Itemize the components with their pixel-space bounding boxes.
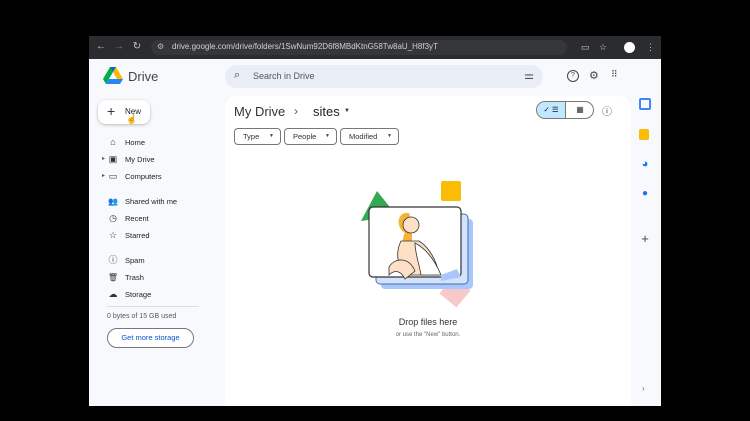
expand-caret-icon[interactable]: ▸: [102, 172, 105, 179]
empty-folder-illustration: [361, 181, 473, 308]
sidebar-item-shared[interactable]: 👥 Shared with me: [107, 195, 227, 209]
chevron-down-icon: ▼: [325, 133, 330, 139]
chevron-down-icon: ▼: [269, 133, 274, 139]
sidebar-item-starred[interactable]: ☆ Starred: [107, 229, 227, 243]
back-icon[interactable]: ←: [95, 41, 107, 53]
chevron-down-icon: ▼: [387, 133, 392, 139]
brand-name: Drive: [128, 69, 159, 84]
keep-icon[interactable]: [639, 129, 649, 140]
storage-divider: [107, 306, 199, 307]
contacts-icon[interactable]: ●: [639, 188, 651, 200]
sidebar-item-home[interactable]: ⌂ Home: [107, 136, 227, 150]
sidebar-item-trash[interactable]: 🗑 Trash: [107, 271, 227, 285]
sidebar-item-label: Shared with me: [125, 197, 178, 206]
filter-modified[interactable]: Modified ▼: [340, 128, 399, 145]
apps-grid-icon[interactable]: ⠿: [611, 69, 618, 80]
help-icon[interactable]: ?: [567, 70, 579, 82]
sidebar-item-storage[interactable]: ☁ Storage: [107, 288, 227, 302]
forward-icon[interactable]: →: [113, 41, 125, 53]
empty-state-title: Drop files here: [398, 317, 458, 327]
info-icon[interactable]: ⓘ: [602, 103, 612, 118]
plus-icon: +: [107, 103, 116, 119]
sidebar-item-label: Home: [125, 138, 146, 147]
filter-people-label: People: [293, 132, 317, 141]
browser-toolbar: ← → ↻ ⚙ drive.google.com/drive/folders/1…: [89, 36, 661, 59]
address-bar[interactable]: ⚙ drive.google.com/drive/folders/1SwNum9…: [151, 40, 567, 55]
grid-view-button[interactable]: ▦: [565, 102, 593, 118]
storage-usage-text: 0 bytes of 15 GB used: [107, 313, 177, 320]
tasks-icon[interactable]: ◕: [639, 158, 651, 170]
view-toggle: ✓ ☰ ▦: [536, 101, 594, 119]
breadcrumb-my-drive[interactable]: My Drive: [234, 104, 285, 119]
sidebar-item-label: Storage: [125, 290, 152, 299]
my-drive-icon: ▣: [108, 154, 118, 164]
sidebar-item-spam[interactable]: ⓘ Spam: [107, 254, 227, 268]
list-view-button[interactable]: ✓ ☰: [537, 102, 565, 118]
star-icon: ☆: [108, 230, 118, 240]
drive-app: Drive ⌕ Search in Drive ⚌ ? ⚙ ⠿ + New ☝ …: [89, 59, 661, 406]
cloud-icon: ☁: [108, 289, 118, 299]
get-more-storage-button[interactable]: Get more storage: [107, 328, 194, 348]
url-text: drive.google.com/drive/folders/1SwNum92D…: [172, 42, 438, 51]
expand-panel-icon[interactable]: ›: [642, 384, 645, 393]
search-icon[interactable]: ⌕: [234, 69, 240, 82]
search-input[interactable]: Search in Drive: [253, 71, 315, 81]
browser-window: ← → ↻ ⚙ drive.google.com/drive/folders/1…: [89, 36, 661, 406]
sidebar-item-computers[interactable]: ▸ ▭ Computers: [102, 170, 227, 184]
side-panel-rail: ◕ ● + ›: [630, 96, 661, 406]
computers-icon: ▭: [108, 171, 118, 181]
recent-icon: ◷: [109, 213, 117, 223]
spam-icon: ⓘ: [108, 255, 118, 265]
reload-icon[interactable]: ↻: [131, 41, 143, 53]
sidebar-item-label: Spam: [125, 256, 145, 265]
shared-icon: 👥: [108, 197, 118, 206]
sidebar-item-label: Starred: [125, 231, 150, 240]
sidebar-item-label: Trash: [125, 273, 144, 282]
new-button[interactable]: + New: [98, 100, 150, 124]
filter-people[interactable]: People ▼: [284, 128, 337, 145]
search-options-icon[interactable]: ⚌: [524, 69, 534, 82]
get-more-storage-label: Get more storage: [121, 333, 180, 342]
browser-menu-icon[interactable]: ⋮: [646, 41, 655, 53]
mouse-cursor-icon: ☝: [126, 114, 138, 124]
bookmark-icon[interactable]: ☆: [599, 41, 607, 53]
calendar-icon[interactable]: [639, 98, 651, 110]
filter-type-label: Type: [243, 132, 260, 141]
sidebar-item-label: Computers: [125, 172, 162, 181]
breadcrumb-current-folder[interactable]: sites: [313, 104, 340, 119]
filter-type[interactable]: Type ▼: [234, 128, 281, 145]
drive-logo-icon[interactable]: [103, 67, 123, 85]
folder-dropdown-icon[interactable]: ▼: [344, 108, 350, 114]
trash-icon: 🗑: [107, 273, 119, 282]
sidebar-item-recent[interactable]: ◷ Recent: [107, 212, 227, 226]
sidebar-item-label: Recent: [125, 214, 149, 223]
home-icon: ⌂: [110, 137, 116, 147]
main-content: My Drive › sites ▼ ✓ ☰ ▦ ⓘ Type ▼ People…: [225, 96, 631, 406]
breadcrumb-separator-icon: ›: [294, 104, 298, 118]
profile-avatar[interactable]: [624, 42, 635, 53]
sidebar-item-label: My Drive: [125, 155, 155, 164]
filter-modified-label: Modified: [349, 132, 378, 141]
settings-icon[interactable]: ⚙: [589, 69, 599, 82]
sidebar-item-my-drive[interactable]: ▸ ▣ My Drive: [102, 153, 227, 167]
site-settings-icon[interactable]: ⚙: [157, 42, 164, 51]
empty-state-subtitle: or use the "New" button.: [395, 332, 461, 338]
cast-icon[interactable]: ▭: [581, 41, 590, 53]
search-bar[interactable]: ⌕ Search in Drive ⚌: [225, 65, 543, 88]
expand-caret-icon[interactable]: ▸: [102, 155, 105, 162]
add-icon[interactable]: +: [639, 232, 651, 245]
